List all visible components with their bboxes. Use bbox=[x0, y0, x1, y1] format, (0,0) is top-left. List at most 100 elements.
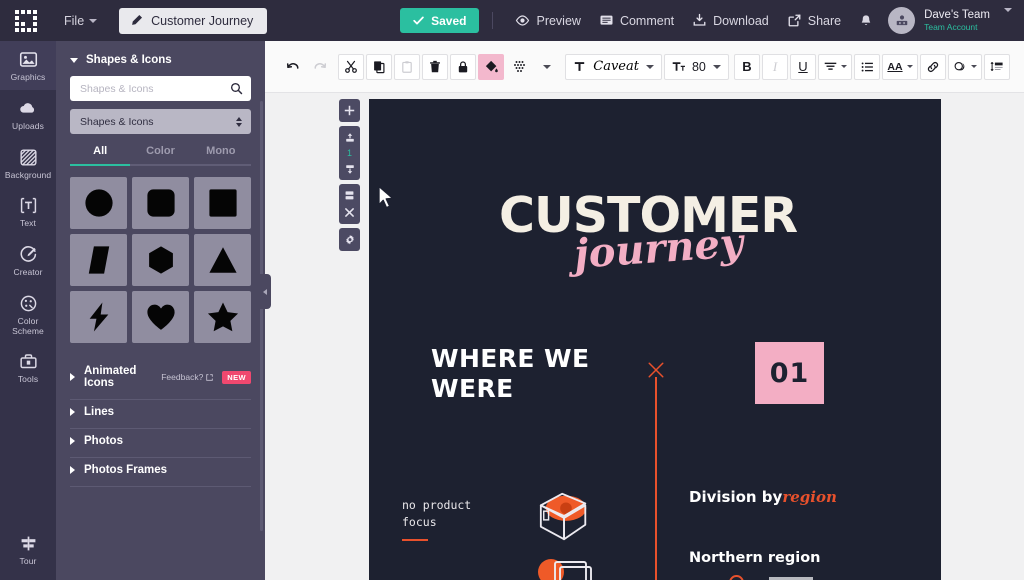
canvas-heading[interactable]: WHERE WE WERE bbox=[431, 344, 589, 403]
sidebar-item-text[interactable]: Text bbox=[0, 187, 56, 236]
team-menu-caret[interactable] bbox=[1004, 7, 1012, 30]
document-title-field[interactable]: Customer Journey bbox=[119, 7, 268, 34]
undo-button[interactable] bbox=[279, 54, 305, 80]
font-family-select[interactable]: Caveat bbox=[565, 53, 662, 80]
pattern-caret[interactable] bbox=[534, 54, 560, 80]
canvas-badge-number: 01 bbox=[769, 357, 810, 389]
sidebar-item-background[interactable]: Background bbox=[0, 139, 56, 188]
move-up-icon bbox=[345, 132, 354, 142]
shape-star[interactable] bbox=[194, 291, 251, 343]
link-button[interactable] bbox=[920, 53, 946, 80]
canvas-region-title[interactable]: Northern region bbox=[689, 550, 820, 566]
accordion-photos-frames[interactable]: Photos Frames bbox=[70, 458, 251, 486]
font-size-select[interactable]: 80 bbox=[663, 53, 729, 80]
chevron-left-icon bbox=[262, 288, 267, 295]
accordion-photos[interactable]: Photos bbox=[70, 429, 251, 457]
triangle-right-icon bbox=[70, 437, 75, 445]
shape-parallelogram[interactable] bbox=[70, 234, 127, 286]
accordion-title: Animated Icons bbox=[84, 365, 137, 389]
chevron-down-icon bbox=[1004, 7, 1012, 29]
redo-button[interactable] bbox=[307, 54, 333, 80]
shape-heart[interactable] bbox=[132, 291, 189, 343]
line-spacing-button[interactable] bbox=[984, 53, 1010, 80]
page-edit-group bbox=[339, 184, 360, 224]
page-settings-button[interactable] bbox=[339, 231, 360, 248]
bullet-list-button[interactable] bbox=[854, 53, 880, 80]
check-icon bbox=[413, 16, 424, 25]
app-logo[interactable] bbox=[0, 0, 52, 41]
hexagon-shape-icon bbox=[148, 246, 173, 274]
comment-label: Comment bbox=[619, 13, 675, 28]
sidebar-item-tools[interactable]: Tools bbox=[0, 343, 56, 392]
accordion-animated-icons[interactable]: Animated Icons Feedback? NEW bbox=[70, 359, 251, 399]
move-page-up-button[interactable] bbox=[339, 129, 360, 146]
tab-all[interactable]: All bbox=[70, 145, 131, 166]
triangle-down-icon bbox=[70, 57, 78, 63]
tab-mono[interactable]: Mono bbox=[190, 145, 251, 166]
panel-collapse-handle[interactable] bbox=[258, 274, 271, 309]
panel-scrollbar[interactable] bbox=[260, 101, 263, 531]
duplicate-page-button[interactable] bbox=[339, 187, 360, 204]
bold-button[interactable]: B bbox=[734, 53, 760, 80]
notifications-button[interactable] bbox=[850, 9, 882, 33]
sidebar-item-uploads[interactable]: Uploads bbox=[0, 90, 56, 139]
canvas-vertical-line[interactable] bbox=[655, 377, 657, 580]
canvas-note-text[interactable]: no product focus bbox=[402, 497, 471, 530]
delete-button[interactable] bbox=[422, 53, 449, 80]
copy-button[interactable] bbox=[366, 53, 393, 80]
move-down-icon bbox=[345, 164, 354, 174]
fill-color-button[interactable] bbox=[478, 53, 505, 80]
add-page-button[interactable] bbox=[339, 102, 360, 119]
plus-icon bbox=[344, 105, 355, 116]
underline-button[interactable]: U bbox=[790, 53, 816, 80]
canvas-division-heading[interactable]: Division byregion bbox=[689, 488, 837, 506]
lock-button[interactable] bbox=[450, 53, 477, 80]
search-input[interactable] bbox=[80, 82, 230, 95]
shape-lightning-bolt[interactable] bbox=[70, 291, 127, 343]
sidebar-item-color-scheme[interactable]: Color Scheme bbox=[0, 285, 56, 344]
canvas-number-badge[interactable]: 01 bbox=[755, 342, 824, 404]
sidebar-item-label: Tour bbox=[19, 556, 37, 567]
move-page-down-button[interactable] bbox=[339, 160, 360, 177]
avatar[interactable] bbox=[888, 7, 916, 34]
sidebar-item-tour[interactable]: Tour bbox=[0, 525, 56, 574]
shape-triangle[interactable] bbox=[194, 234, 251, 286]
editor-toolbar: Caveat 80 B I U AA bbox=[265, 41, 1024, 93]
shape-rounded-square[interactable] bbox=[132, 177, 189, 229]
team-account-menu[interactable]: Dave's Team Team Account bbox=[924, 8, 990, 33]
canvas-workspace[interactable]: 1 CUSTOMER journey WHERE WE WERE 01 no p… bbox=[265, 93, 1024, 580]
design-page[interactable]: CUSTOMER journey WHERE WE WERE 01 no prod… bbox=[369, 99, 941, 580]
search-icon[interactable] bbox=[230, 82, 243, 95]
panel-header[interactable]: Shapes & Icons bbox=[56, 41, 265, 76]
shape-square[interactable] bbox=[194, 177, 251, 229]
effects-button[interactable] bbox=[948, 53, 982, 80]
delete-page-button[interactable] bbox=[339, 204, 360, 221]
cut-button[interactable] bbox=[338, 53, 365, 80]
pattern-button[interactable] bbox=[506, 54, 532, 80]
shape-circle[interactable] bbox=[70, 177, 127, 229]
open-box-icon[interactable] bbox=[531, 487, 599, 545]
saved-status-button[interactable]: Saved bbox=[400, 8, 480, 33]
duplicate-icon bbox=[345, 191, 354, 200]
star-shape-icon bbox=[207, 302, 238, 332]
document-stack-icon[interactable] bbox=[529, 554, 599, 580]
feedback-link[interactable]: Feedback? bbox=[161, 372, 214, 382]
paste-button[interactable] bbox=[394, 53, 421, 80]
download-button[interactable]: Download bbox=[683, 8, 778, 33]
sidebar-item-creator[interactable]: Creator bbox=[0, 236, 56, 285]
tab-color[interactable]: Color bbox=[130, 145, 191, 166]
letter-case-button[interactable]: AA bbox=[882, 53, 918, 80]
italic-button[interactable]: I bbox=[762, 53, 788, 80]
sidebar-item-graphics[interactable]: Graphics bbox=[0, 41, 56, 90]
shape-hexagon[interactable] bbox=[132, 234, 189, 286]
comment-button[interactable]: Comment bbox=[590, 8, 683, 33]
align-button[interactable] bbox=[818, 53, 852, 80]
preview-button[interactable]: Preview bbox=[506, 8, 589, 33]
search-box[interactable] bbox=[70, 76, 251, 101]
share-button[interactable]: Share bbox=[778, 8, 850, 33]
file-menu[interactable]: File bbox=[56, 10, 105, 32]
category-select[interactable]: Shapes & Icons bbox=[70, 109, 251, 134]
accordion-lines[interactable]: Lines bbox=[70, 400, 251, 428]
canvas-note-rule bbox=[402, 539, 428, 541]
canvas-ring-shape[interactable] bbox=[729, 575, 744, 580]
